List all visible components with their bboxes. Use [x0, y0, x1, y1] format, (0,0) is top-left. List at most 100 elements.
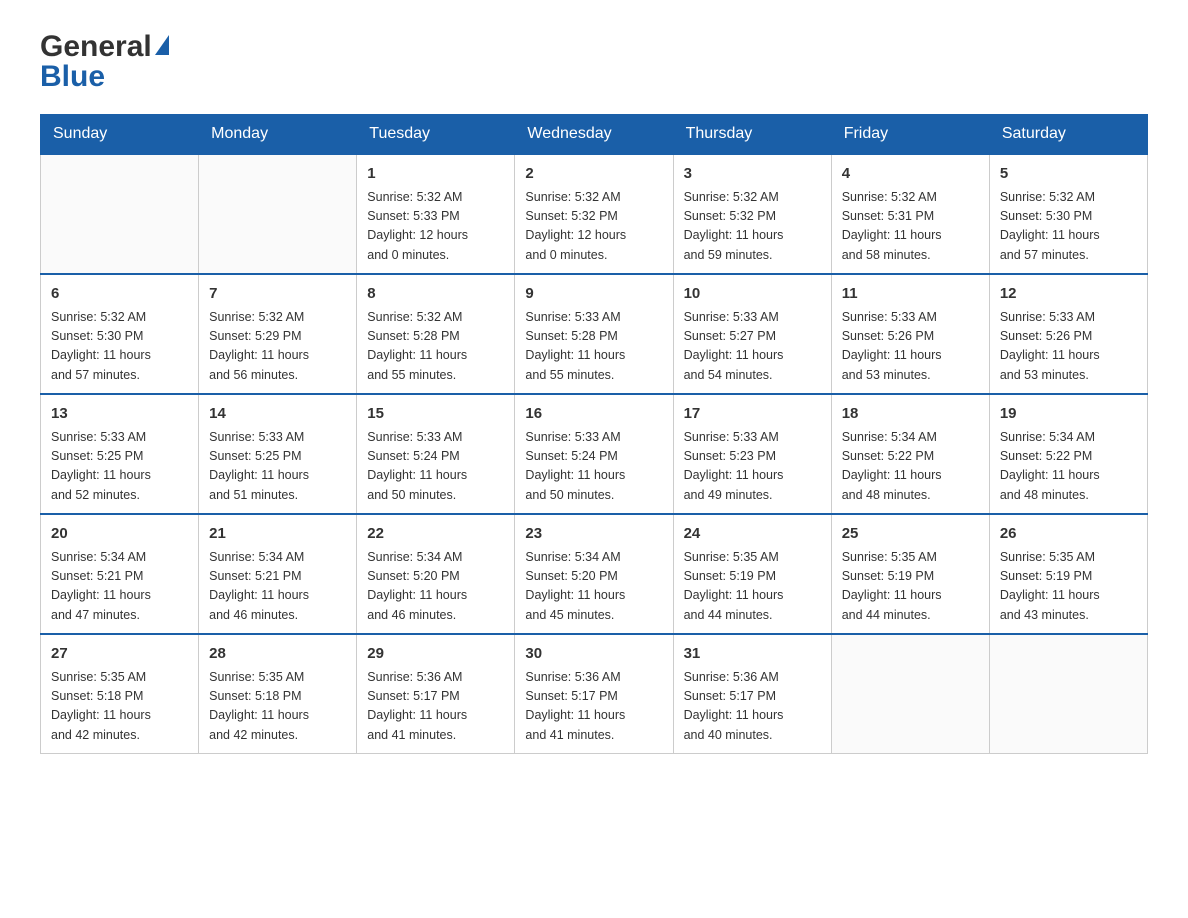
day-number: 2 — [525, 163, 662, 186]
logo: General Blue — [40, 30, 169, 94]
day-info: Sunrise: 5:35 AM Sunset: 5:18 PM Dayligh… — [209, 668, 346, 746]
day-info: Sunrise: 5:32 AM Sunset: 5:30 PM Dayligh… — [51, 308, 188, 386]
day-number: 24 — [684, 523, 821, 546]
day-number: 26 — [1000, 523, 1137, 546]
weekday-header-tuesday: Tuesday — [357, 115, 515, 155]
day-number: 19 — [1000, 403, 1137, 426]
weekday-header-saturday: Saturday — [989, 115, 1147, 155]
day-number: 30 — [525, 643, 662, 666]
day-number: 14 — [209, 403, 346, 426]
calendar-cell: 23Sunrise: 5:34 AM Sunset: 5:20 PM Dayli… — [515, 514, 673, 634]
calendar-table: SundayMondayTuesdayWednesdayThursdayFrid… — [40, 114, 1148, 754]
calendar-cell: 4Sunrise: 5:32 AM Sunset: 5:31 PM Daylig… — [831, 154, 989, 274]
day-info: Sunrise: 5:34 AM Sunset: 5:22 PM Dayligh… — [842, 428, 979, 506]
day-info: Sunrise: 5:33 AM Sunset: 5:27 PM Dayligh… — [684, 308, 821, 386]
calendar-cell — [989, 634, 1147, 754]
calendar-cell: 24Sunrise: 5:35 AM Sunset: 5:19 PM Dayli… — [673, 514, 831, 634]
day-number: 29 — [367, 643, 504, 666]
calendar-cell: 17Sunrise: 5:33 AM Sunset: 5:23 PM Dayli… — [673, 394, 831, 514]
day-number: 21 — [209, 523, 346, 546]
day-number: 9 — [525, 283, 662, 306]
day-number: 28 — [209, 643, 346, 666]
day-info: Sunrise: 5:36 AM Sunset: 5:17 PM Dayligh… — [684, 668, 821, 746]
page-header: General Blue — [40, 30, 1148, 94]
day-info: Sunrise: 5:33 AM Sunset: 5:26 PM Dayligh… — [1000, 308, 1137, 386]
calendar-cell: 5Sunrise: 5:32 AM Sunset: 5:30 PM Daylig… — [989, 154, 1147, 274]
day-info: Sunrise: 5:36 AM Sunset: 5:17 PM Dayligh… — [525, 668, 662, 746]
day-info: Sunrise: 5:32 AM Sunset: 5:32 PM Dayligh… — [525, 188, 662, 266]
day-info: Sunrise: 5:33 AM Sunset: 5:28 PM Dayligh… — [525, 308, 662, 386]
calendar-cell: 25Sunrise: 5:35 AM Sunset: 5:19 PM Dayli… — [831, 514, 989, 634]
day-info: Sunrise: 5:32 AM Sunset: 5:32 PM Dayligh… — [684, 188, 821, 266]
day-number: 11 — [842, 283, 979, 306]
logo-blue-text: Blue — [40, 60, 105, 94]
day-info: Sunrise: 5:32 AM Sunset: 5:30 PM Dayligh… — [1000, 188, 1137, 266]
day-info: Sunrise: 5:33 AM Sunset: 5:26 PM Dayligh… — [842, 308, 979, 386]
calendar-cell: 3Sunrise: 5:32 AM Sunset: 5:32 PM Daylig… — [673, 154, 831, 274]
day-number: 15 — [367, 403, 504, 426]
calendar-cell: 14Sunrise: 5:33 AM Sunset: 5:25 PM Dayli… — [199, 394, 357, 514]
day-info: Sunrise: 5:33 AM Sunset: 5:25 PM Dayligh… — [209, 428, 346, 506]
calendar-cell: 21Sunrise: 5:34 AM Sunset: 5:21 PM Dayli… — [199, 514, 357, 634]
logo-general: General — [40, 30, 152, 64]
day-number: 1 — [367, 163, 504, 186]
calendar-cell: 13Sunrise: 5:33 AM Sunset: 5:25 PM Dayli… — [41, 394, 199, 514]
calendar-cell: 12Sunrise: 5:33 AM Sunset: 5:26 PM Dayli… — [989, 274, 1147, 394]
weekday-header-sunday: Sunday — [41, 115, 199, 155]
day-number: 31 — [684, 643, 821, 666]
calendar-cell: 27Sunrise: 5:35 AM Sunset: 5:18 PM Dayli… — [41, 634, 199, 754]
day-info: Sunrise: 5:35 AM Sunset: 5:18 PM Dayligh… — [51, 668, 188, 746]
calendar-cell: 28Sunrise: 5:35 AM Sunset: 5:18 PM Dayli… — [199, 634, 357, 754]
calendar-cell — [831, 634, 989, 754]
calendar-cell: 26Sunrise: 5:35 AM Sunset: 5:19 PM Dayli… — [989, 514, 1147, 634]
weekday-header-friday: Friday — [831, 115, 989, 155]
calendar-cell: 15Sunrise: 5:33 AM Sunset: 5:24 PM Dayli… — [357, 394, 515, 514]
day-info: Sunrise: 5:33 AM Sunset: 5:24 PM Dayligh… — [367, 428, 504, 506]
day-info: Sunrise: 5:32 AM Sunset: 5:28 PM Dayligh… — [367, 308, 504, 386]
day-number: 18 — [842, 403, 979, 426]
day-number: 22 — [367, 523, 504, 546]
day-info: Sunrise: 5:32 AM Sunset: 5:31 PM Dayligh… — [842, 188, 979, 266]
day-info: Sunrise: 5:35 AM Sunset: 5:19 PM Dayligh… — [1000, 548, 1137, 626]
calendar-cell — [199, 154, 357, 274]
day-number: 5 — [1000, 163, 1137, 186]
calendar-cell: 8Sunrise: 5:32 AM Sunset: 5:28 PM Daylig… — [357, 274, 515, 394]
calendar-cell: 18Sunrise: 5:34 AM Sunset: 5:22 PM Dayli… — [831, 394, 989, 514]
day-number: 23 — [525, 523, 662, 546]
calendar-week-row: 6Sunrise: 5:32 AM Sunset: 5:30 PM Daylig… — [41, 274, 1148, 394]
day-info: Sunrise: 5:34 AM Sunset: 5:21 PM Dayligh… — [209, 548, 346, 626]
calendar-week-row: 27Sunrise: 5:35 AM Sunset: 5:18 PM Dayli… — [41, 634, 1148, 754]
day-info: Sunrise: 5:36 AM Sunset: 5:17 PM Dayligh… — [367, 668, 504, 746]
calendar-cell: 2Sunrise: 5:32 AM Sunset: 5:32 PM Daylig… — [515, 154, 673, 274]
day-info: Sunrise: 5:33 AM Sunset: 5:24 PM Dayligh… — [525, 428, 662, 506]
day-number: 3 — [684, 163, 821, 186]
calendar-cell: 10Sunrise: 5:33 AM Sunset: 5:27 PM Dayli… — [673, 274, 831, 394]
day-info: Sunrise: 5:34 AM Sunset: 5:21 PM Dayligh… — [51, 548, 188, 626]
weekday-header-row: SundayMondayTuesdayWednesdayThursdayFrid… — [41, 115, 1148, 155]
calendar-cell: 11Sunrise: 5:33 AM Sunset: 5:26 PM Dayli… — [831, 274, 989, 394]
day-info: Sunrise: 5:33 AM Sunset: 5:23 PM Dayligh… — [684, 428, 821, 506]
day-info: Sunrise: 5:34 AM Sunset: 5:20 PM Dayligh… — [525, 548, 662, 626]
calendar-cell: 6Sunrise: 5:32 AM Sunset: 5:30 PM Daylig… — [41, 274, 199, 394]
day-number: 17 — [684, 403, 821, 426]
calendar-header: SundayMondayTuesdayWednesdayThursdayFrid… — [41, 115, 1148, 155]
day-info: Sunrise: 5:33 AM Sunset: 5:25 PM Dayligh… — [51, 428, 188, 506]
calendar-cell: 30Sunrise: 5:36 AM Sunset: 5:17 PM Dayli… — [515, 634, 673, 754]
day-info: Sunrise: 5:34 AM Sunset: 5:22 PM Dayligh… — [1000, 428, 1137, 506]
calendar-week-row: 1Sunrise: 5:32 AM Sunset: 5:33 PM Daylig… — [41, 154, 1148, 274]
day-number: 20 — [51, 523, 188, 546]
calendar-body: 1Sunrise: 5:32 AM Sunset: 5:33 PM Daylig… — [41, 154, 1148, 754]
calendar-cell: 19Sunrise: 5:34 AM Sunset: 5:22 PM Dayli… — [989, 394, 1147, 514]
weekday-header-wednesday: Wednesday — [515, 115, 673, 155]
calendar-cell: 20Sunrise: 5:34 AM Sunset: 5:21 PM Dayli… — [41, 514, 199, 634]
calendar-cell: 9Sunrise: 5:33 AM Sunset: 5:28 PM Daylig… — [515, 274, 673, 394]
day-info: Sunrise: 5:32 AM Sunset: 5:29 PM Dayligh… — [209, 308, 346, 386]
day-info: Sunrise: 5:32 AM Sunset: 5:33 PM Dayligh… — [367, 188, 504, 266]
calendar-cell: 16Sunrise: 5:33 AM Sunset: 5:24 PM Dayli… — [515, 394, 673, 514]
logo-arrow-icon — [155, 35, 169, 55]
day-info: Sunrise: 5:35 AM Sunset: 5:19 PM Dayligh… — [684, 548, 821, 626]
day-number: 12 — [1000, 283, 1137, 306]
day-number: 25 — [842, 523, 979, 546]
day-number: 6 — [51, 283, 188, 306]
day-number: 4 — [842, 163, 979, 186]
